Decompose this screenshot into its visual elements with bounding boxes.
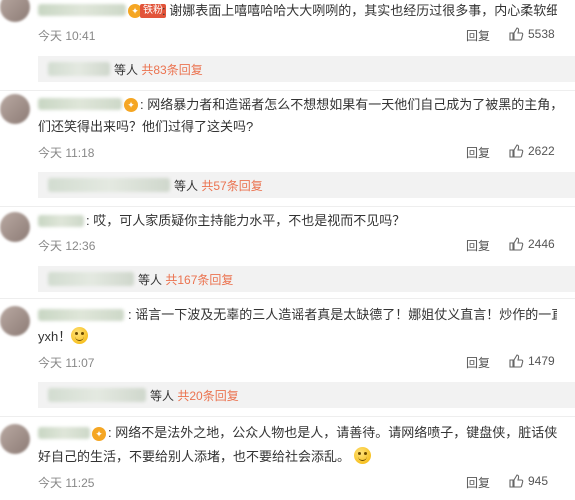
comment-time: 今天 11:07 (38, 356, 95, 370)
sub-reply-users-blurred (48, 62, 110, 76)
sub-replies-bar[interactable]: 等人 共83条回复 (38, 56, 575, 82)
comment-item: : 哎，可人家质疑你主持能力水平，不也是视而不见吗？ 今天 12:36 回复 2… (0, 210, 575, 258)
avatar[interactable] (0, 0, 30, 22)
avatar[interactable] (0, 212, 30, 242)
divider (0, 298, 575, 299)
comment-text: : 谣言一下波及无辜的三人造谣者真是太缺德了！娜姐仗义直言！炒作的一直是 (128, 307, 557, 322)
sub-reply-count-link[interactable]: 共20条回复 (177, 389, 238, 403)
comment-text-line2: 好自己的生活，不要给别人添堵，也不要给社会添乱。 (38, 449, 351, 464)
comment-time: 今天 11:18 (38, 146, 95, 160)
sub-reply-count-link[interactable]: 共83条回复 (141, 63, 202, 77)
sub-reply-users-blurred (48, 178, 170, 192)
username-blurred[interactable] (38, 215, 84, 227)
comment-text: : 网络暴力者和造谣者怎么不想想如果有一天他们自己成为了被黑的主角，他 (140, 97, 557, 112)
reply-button[interactable]: 回复 (466, 144, 490, 161)
username-blurred[interactable] (38, 309, 124, 321)
vip-icon: ✦ (92, 427, 106, 441)
comment-time: 今天 10:41 (38, 29, 96, 43)
sub-reply-prefix: 等人 (150, 389, 175, 403)
like-button[interactable]: 2446 (508, 236, 555, 252)
avatar[interactable] (0, 424, 30, 454)
sub-reply-count-link[interactable]: 共57条回复 (201, 179, 262, 193)
like-button[interactable]: 2622 (508, 143, 555, 159)
reply-button[interactable]: 回复 (466, 354, 490, 371)
comment-text: : 哎，可人家质疑你主持能力水平，不也是视而不见吗？ (86, 213, 406, 228)
sub-reply-count-link[interactable]: 共167条回复 (165, 273, 233, 287)
divider (0, 90, 575, 91)
sub-reply-prefix: 等人 (114, 63, 139, 77)
thumbs-up-icon (508, 236, 524, 252)
sub-reply-users-blurred (48, 272, 134, 286)
thumbs-up-icon (508, 473, 524, 489)
grin-emoji-icon (71, 327, 89, 344)
like-button[interactable]: 1479 (508, 353, 555, 369)
vip-icon: ✦ (124, 98, 138, 112)
grin-emoji-icon (354, 447, 372, 464)
like-count: 2622 (528, 144, 555, 158)
like-count: 1479 (528, 354, 555, 368)
like-button[interactable]: 5538 (508, 26, 555, 42)
thumbs-up-icon (508, 143, 524, 159)
username-blurred[interactable] (38, 4, 126, 16)
sub-replies-bar[interactable]: 等人 共57条回复 (38, 172, 575, 198)
comment-text-line2: 们还笑得出来吗？他们过得了这关吗? (38, 119, 254, 134)
username-blurred[interactable] (38, 427, 90, 439)
sub-reply-users-blurred (48, 388, 146, 402)
divider (0, 206, 575, 207)
thumbs-up-icon (508, 353, 524, 369)
sub-replies-bar[interactable]: 等人 共20条回复 (38, 382, 575, 408)
like-count: 945 (528, 474, 549, 488)
reply-button[interactable]: 回复 (466, 474, 490, 491)
comment-time: 今天 11:25 (38, 476, 95, 490)
comment-item: ✦ 铁粉 : 谢娜表面上嘻嘻哈哈大大咧咧的，其实也经历过很多事，内心柔软细腻 今… (0, 0, 575, 48)
comment-item: : 谣言一下波及无辜的三人造谣者真是太缺德了！娜姐仗义直言！炒作的一直是 yxh… (0, 304, 575, 374)
like-button[interactable]: 945 (508, 473, 548, 489)
comment-text: : 谢娜表面上嘻嘻哈哈大大咧咧的，其实也经历过很多事，内心柔软细腻 (162, 3, 557, 18)
avatar[interactable] (0, 306, 30, 336)
username-blurred[interactable] (38, 98, 122, 110)
comment-text: : 网络不是法外之地，公众人物也是人，请善待。请网络喷子，键盘侠，脏话侠等管 (108, 425, 557, 440)
sub-replies-bar[interactable]: 等人 共167条回复 (38, 266, 575, 292)
comment-item: ✦ : 网络不是法外之地，公众人物也是人，请善待。请网络喷子，键盘侠，脏话侠等管… (0, 422, 575, 500)
avatar[interactable] (0, 94, 30, 124)
comment-text-line2: yxh！ (38, 329, 72, 344)
sub-reply-prefix: 等人 (138, 273, 163, 287)
thumbs-up-icon (508, 26, 524, 42)
reply-button[interactable]: 回复 (466, 237, 490, 254)
comment-item: ✦ : 网络暴力者和造谣者怎么不想想如果有一天他们自己成为了被黑的主角，他 们还… (0, 94, 575, 164)
comment-time: 今天 12:36 (38, 239, 96, 253)
like-count: 2446 (528, 237, 555, 251)
sub-reply-prefix: 等人 (174, 179, 199, 193)
reply-button[interactable]: 回复 (466, 27, 490, 44)
divider (0, 416, 575, 417)
like-count: 5538 (528, 27, 555, 41)
